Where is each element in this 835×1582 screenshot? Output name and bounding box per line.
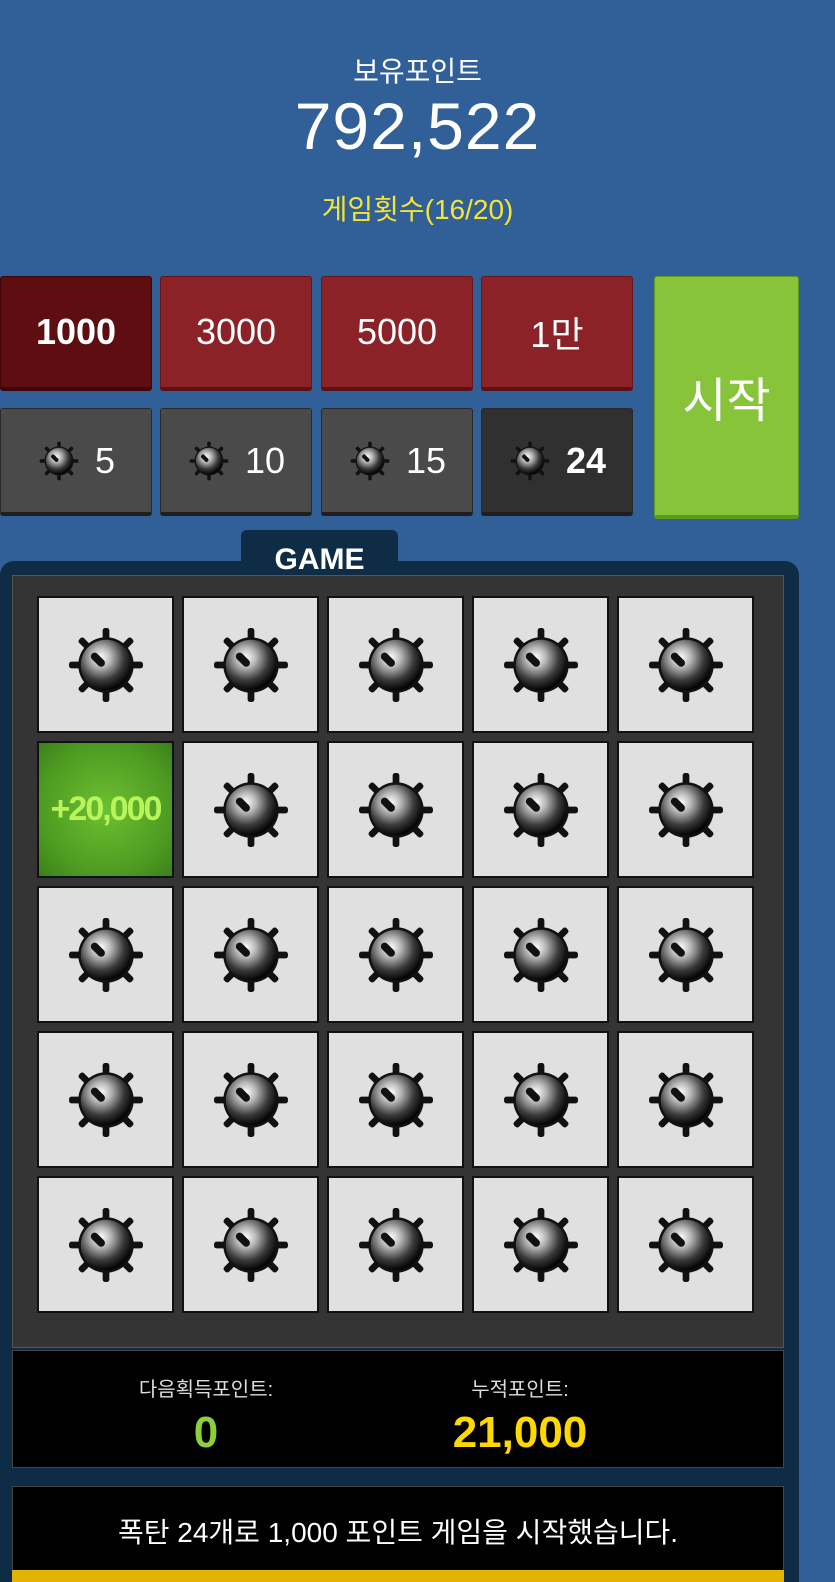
status-accent-bar	[12, 1570, 784, 1582]
points-label: 보유포인트	[353, 56, 482, 87]
board-cell-bomb[interactable]	[182, 596, 319, 733]
board-cell-bomb[interactable]	[37, 1176, 174, 1313]
reward-label: +20,000	[50, 790, 163, 828]
board-cell-bomb[interactable]	[617, 1031, 754, 1168]
board-cell-bomb[interactable]	[327, 596, 464, 733]
total-points-value: 21,000	[452, 1408, 588, 1457]
bomb-icon	[209, 768, 293, 852]
board-cell-bomb[interactable]	[617, 1176, 754, 1313]
status-message: 폭탄 24개로 1,000 포인트 게임을 시작했습니다.	[12, 1486, 784, 1582]
board-cell-bomb[interactable]	[182, 1176, 319, 1313]
board-cell-reward[interactable]: +20,000	[37, 741, 174, 878]
bomb-icon	[354, 1058, 438, 1142]
bomb-icon	[354, 913, 438, 997]
board-cell-bomb[interactable]	[182, 886, 319, 1023]
score-bar: 다음획득포인트: 0 누적포인트: 21,000	[12, 1350, 784, 1468]
bomb-icon	[644, 913, 728, 997]
board-cell-bomb[interactable]	[472, 1176, 609, 1313]
bomb-icon	[64, 913, 148, 997]
bomb-icon	[499, 1203, 583, 1287]
board-cell-bomb[interactable]	[617, 596, 754, 733]
bomb-count-label: 24	[565, 439, 607, 481]
bomb-icon	[499, 913, 583, 997]
bomb-icon	[354, 768, 438, 852]
bomb-icon	[508, 439, 552, 483]
game-count: 게임횟수(16/20)	[321, 194, 514, 225]
bomb-icon	[37, 439, 81, 483]
bomb-icon	[499, 768, 583, 852]
bomb-icon	[354, 623, 438, 707]
board-cell-bomb[interactable]	[37, 886, 174, 1023]
board-cell-bomb[interactable]	[472, 596, 609, 733]
bomb-icon	[209, 1203, 293, 1287]
board-cell-bomb[interactable]	[37, 596, 174, 733]
bomb-icon	[499, 1058, 583, 1142]
board-cell-bomb[interactable]	[617, 886, 754, 1023]
board-cell-bomb[interactable]	[472, 741, 609, 878]
bet-button-1000[interactable]: 1000	[0, 276, 152, 391]
bomb-count-10-button[interactable]: 10	[160, 408, 312, 516]
points-value: 792,522	[294, 89, 541, 163]
bomb-icon	[187, 439, 231, 483]
board-cell-bomb[interactable]	[472, 886, 609, 1023]
board-cell-bomb[interactable]	[182, 741, 319, 878]
bomb-icon	[64, 623, 148, 707]
board-cell-bomb[interactable]	[472, 1031, 609, 1168]
bomb-icon	[64, 1058, 148, 1142]
bomb-icon	[644, 1203, 728, 1287]
total-points: 누적포인트: 21,000	[327, 1351, 713, 1458]
bet-button-3000[interactable]: 3000	[160, 276, 312, 391]
bet-button-10000[interactable]: 1만	[481, 276, 633, 391]
board-cell-bomb[interactable]	[327, 886, 464, 1023]
bomb-count-24-button[interactable]: 24	[481, 408, 633, 516]
board-cell-bomb[interactable]	[617, 741, 754, 878]
bomb-icon	[209, 913, 293, 997]
bomb-icon	[644, 623, 728, 707]
bomb-count-label: 10	[244, 439, 286, 481]
bomb-icon	[64, 1203, 148, 1287]
bomb-count-label: 5	[94, 439, 116, 481]
bomb-icon	[644, 768, 728, 852]
bomb-count-5-button[interactable]: 5	[0, 408, 152, 516]
bomb-icon	[499, 623, 583, 707]
bomb-icon	[354, 1203, 438, 1287]
bomb-icon	[644, 1058, 728, 1142]
bomb-icon	[209, 623, 293, 707]
board-cell-bomb[interactable]	[327, 1176, 464, 1313]
bomb-icon	[209, 1058, 293, 1142]
board-cell-bomb[interactable]	[182, 1031, 319, 1168]
bet-button-5000[interactable]: 5000	[321, 276, 473, 391]
bomb-count-label: 15	[405, 439, 447, 481]
total-points-label: 누적포인트:	[471, 1379, 569, 1401]
board-cell-bomb[interactable]	[327, 741, 464, 878]
bomb-count-15-button[interactable]: 15	[321, 408, 473, 516]
bomb-icon	[348, 439, 392, 483]
game-board: +20,000	[12, 575, 784, 1348]
board-cell-bomb[interactable]	[327, 1031, 464, 1168]
board-cell-bomb[interactable]	[37, 1031, 174, 1168]
start-button[interactable]: 시작	[654, 276, 799, 519]
